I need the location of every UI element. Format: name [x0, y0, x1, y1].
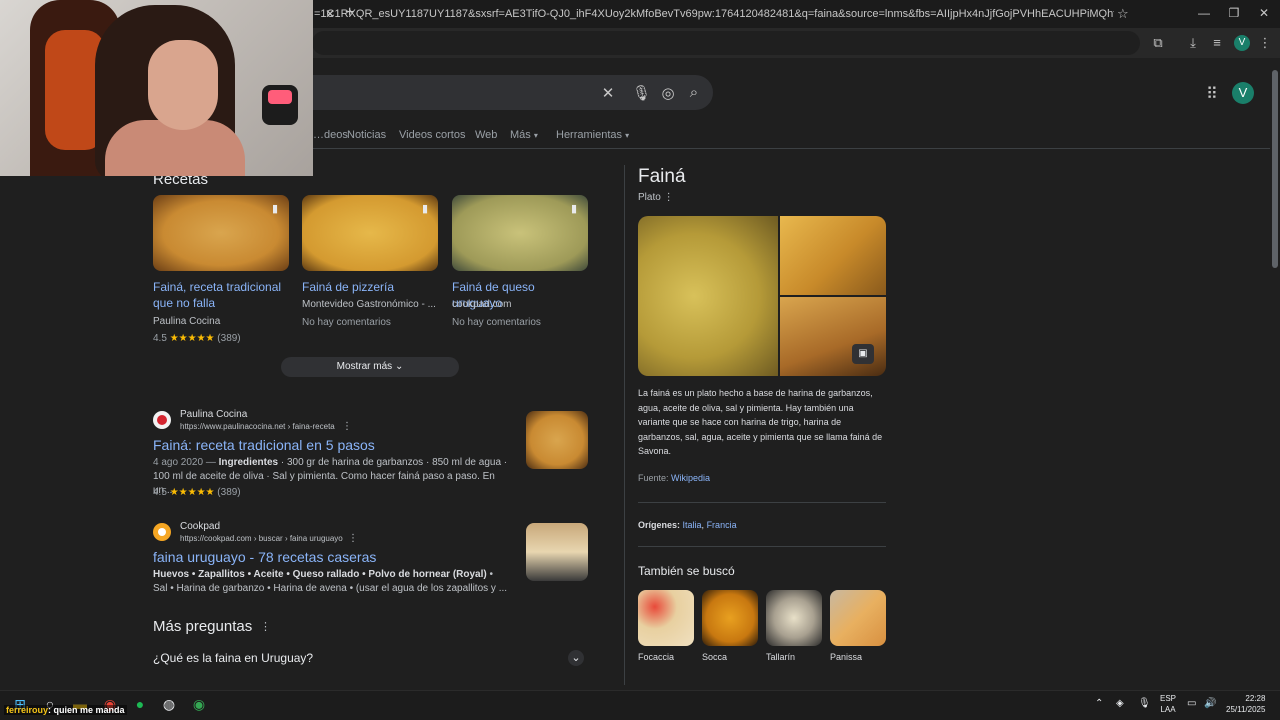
result-site-name[interactable]: Cookpad: [180, 521, 220, 532]
extensions-icon[interactable]: ⧉: [1149, 35, 1167, 51]
origin-link-italia[interactable]: Italia: [683, 520, 702, 530]
kp-divider: [638, 502, 886, 503]
kp-main-image[interactable]: [638, 216, 778, 376]
result-site-name[interactable]: Paulina Cocina: [180, 409, 247, 420]
wikipedia-link[interactable]: Wikipedia: [671, 473, 710, 483]
chevron-down-icon[interactable]: ⌄: [568, 650, 584, 666]
also-image-focaccia[interactable]: [638, 590, 694, 646]
result-thumbnail[interactable]: [526, 411, 588, 469]
mic-tray-icon[interactable]: 🎙: [1138, 698, 1151, 709]
download-icon[interactable]: ⤓: [1184, 35, 1202, 51]
bookmark-icon[interactable]: ▮: [567, 202, 581, 216]
tab-more[interactable]: Más ▾: [510, 129, 538, 141]
result-url[interactable]: https://www.paulinacocina.net › faina-re…: [180, 422, 335, 431]
language-indicator[interactable]: ESP LAA: [1160, 693, 1176, 715]
also-image-socca[interactable]: [702, 590, 758, 646]
result-title[interactable]: Fainá: receta tradicional en 5 pasos: [153, 437, 375, 453]
url-field[interactable]: [312, 31, 1140, 55]
clock[interactable]: 22:28 25/11/2025: [1226, 693, 1265, 715]
tab-news[interactable]: Noticias: [347, 129, 386, 141]
kp-origins: Orígenes: Italia, Francia: [638, 520, 737, 530]
kp-subtitle: Plato ⋮: [638, 192, 674, 203]
chrome-active-icon[interactable]: ◉: [189, 694, 209, 714]
kp-divider: [638, 546, 886, 547]
recipe-source-3: cookpad.com: [452, 299, 512, 310]
restore-icon[interactable]: ❐: [1224, 6, 1244, 20]
also-label-panissa[interactable]: Panissa: [830, 652, 862, 662]
display-tray-icon[interactable]: ▭: [1187, 698, 1196, 709]
recipe-rating-1: 4.5 ★★★★★ (389): [153, 333, 241, 344]
bookmark-star-icon[interactable]: ☆: [1117, 6, 1129, 22]
recipe-title-1[interactable]: Fainá, receta tradicional que no falla: [153, 279, 283, 311]
tabs-divider: [153, 148, 1273, 149]
kp-image-2[interactable]: [780, 216, 886, 295]
chat-overlay: ferreirouy: quien me manda: [4, 705, 127, 715]
also-label-tallarin[interactable]: Tallarín: [766, 652, 795, 662]
media-icon[interactable]: ≡: [1208, 35, 1226, 50]
also-label-focaccia[interactable]: Focaccia: [638, 652, 674, 662]
also-image-tallarin[interactable]: [766, 590, 822, 646]
avatar[interactable]: V: [1232, 82, 1254, 104]
scrollbar-thumb[interactable]: [1272, 70, 1278, 268]
also-searched-heading: También se buscó: [638, 564, 735, 578]
kp-title: Fainá: [638, 166, 686, 187]
url-text[interactable]: =1C1RXQR_esUY1187UY1187&sxsrf=AE3TifO-QJ…: [314, 8, 1114, 20]
lens-search-icon[interactable]: ◎: [659, 84, 677, 102]
profile-avatar-small[interactable]: V: [1234, 35, 1250, 51]
faq-question[interactable]: ¿Qué es la faina en Uruguay?: [153, 651, 313, 665]
webcam-overlay: [0, 0, 313, 176]
gallery-icon[interactable]: ▣: [852, 344, 874, 364]
menu-kebab-icon[interactable]: ⋮: [1256, 35, 1274, 51]
recipe-meta-2: No hay comentarios: [302, 317, 391, 328]
voice-search-icon[interactable]: 🎙: [632, 84, 651, 102]
result-thumbnail[interactable]: [526, 523, 588, 581]
result-snippet: Huevos • Zapallitos • Aceite • Queso ral…: [153, 569, 508, 594]
clear-search-icon[interactable]: ✕: [599, 84, 617, 102]
chevron-down-icon: ⌄: [394, 361, 404, 372]
also-label-socca[interactable]: Socca: [702, 652, 727, 662]
bookmark-icon[interactable]: ▮: [418, 202, 432, 216]
also-image-panissa[interactable]: [830, 590, 886, 646]
search-icon[interactable]: ⌕: [685, 84, 703, 101]
tab-short-videos[interactable]: Videos cortos: [399, 129, 465, 141]
minimize-icon[interactable]: —: [1194, 6, 1214, 20]
apps-grid-icon[interactable]: ⠿: [1206, 84, 1218, 104]
result-menu-icon[interactable]: ⋮: [348, 533, 358, 544]
more-questions-heading: Más preguntas: [153, 618, 253, 635]
recipe-title-2[interactable]: Fainá de pizzería: [302, 279, 432, 295]
tray-chevron-icon[interactable]: ⌃: [1095, 698, 1103, 709]
result-url[interactable]: https://cookpad.com › buscar › faina uru…: [180, 534, 343, 543]
tab-web[interactable]: Web: [475, 129, 497, 141]
search-input[interactable]: [313, 75, 713, 110]
recipe-source-2: Montevideo Gastronómico - ...: [302, 299, 436, 310]
show-more-button[interactable]: Mostrar más ⌄: [281, 357, 459, 377]
paulina-favicon-icon: [153, 411, 171, 429]
network-tray-icon[interactable]: ◈: [1116, 698, 1124, 709]
result-title[interactable]: faina uruguayo - 78 recetas caseras: [153, 549, 376, 565]
kp-image-3[interactable]: [780, 297, 886, 376]
panel-divider: [624, 165, 625, 685]
obs-icon[interactable]: ◍: [159, 694, 179, 714]
spotify-icon[interactable]: ●: [130, 694, 150, 714]
tab-videos[interactable]: …deos: [313, 129, 348, 141]
faq-menu-icon[interactable]: ⋮: [260, 620, 271, 633]
kp-menu-icon[interactable]: ⋮: [664, 192, 674, 203]
bookmark-icon[interactable]: ▮: [268, 202, 282, 216]
recipe-meta-3: No hay comentarios: [452, 317, 541, 328]
result-menu-icon[interactable]: ⋮: [342, 421, 352, 432]
kp-source: Fuente: Wikipedia: [638, 473, 711, 483]
close-window-icon[interactable]: ✕: [1254, 6, 1274, 20]
recipe-source-1: Paulina Cocina: [153, 316, 221, 327]
result-rating: 4.5 ★★★★★ (389): [153, 487, 241, 498]
origin-link-francia[interactable]: Francia: [707, 520, 737, 530]
tab-tools[interactable]: Herramientas ▾: [556, 129, 629, 141]
cookpad-favicon-icon: [153, 523, 171, 541]
volume-icon[interactable]: 🔊: [1204, 698, 1216, 709]
kp-description: La fainá es un plato hecho a base de har…: [638, 388, 883, 457]
